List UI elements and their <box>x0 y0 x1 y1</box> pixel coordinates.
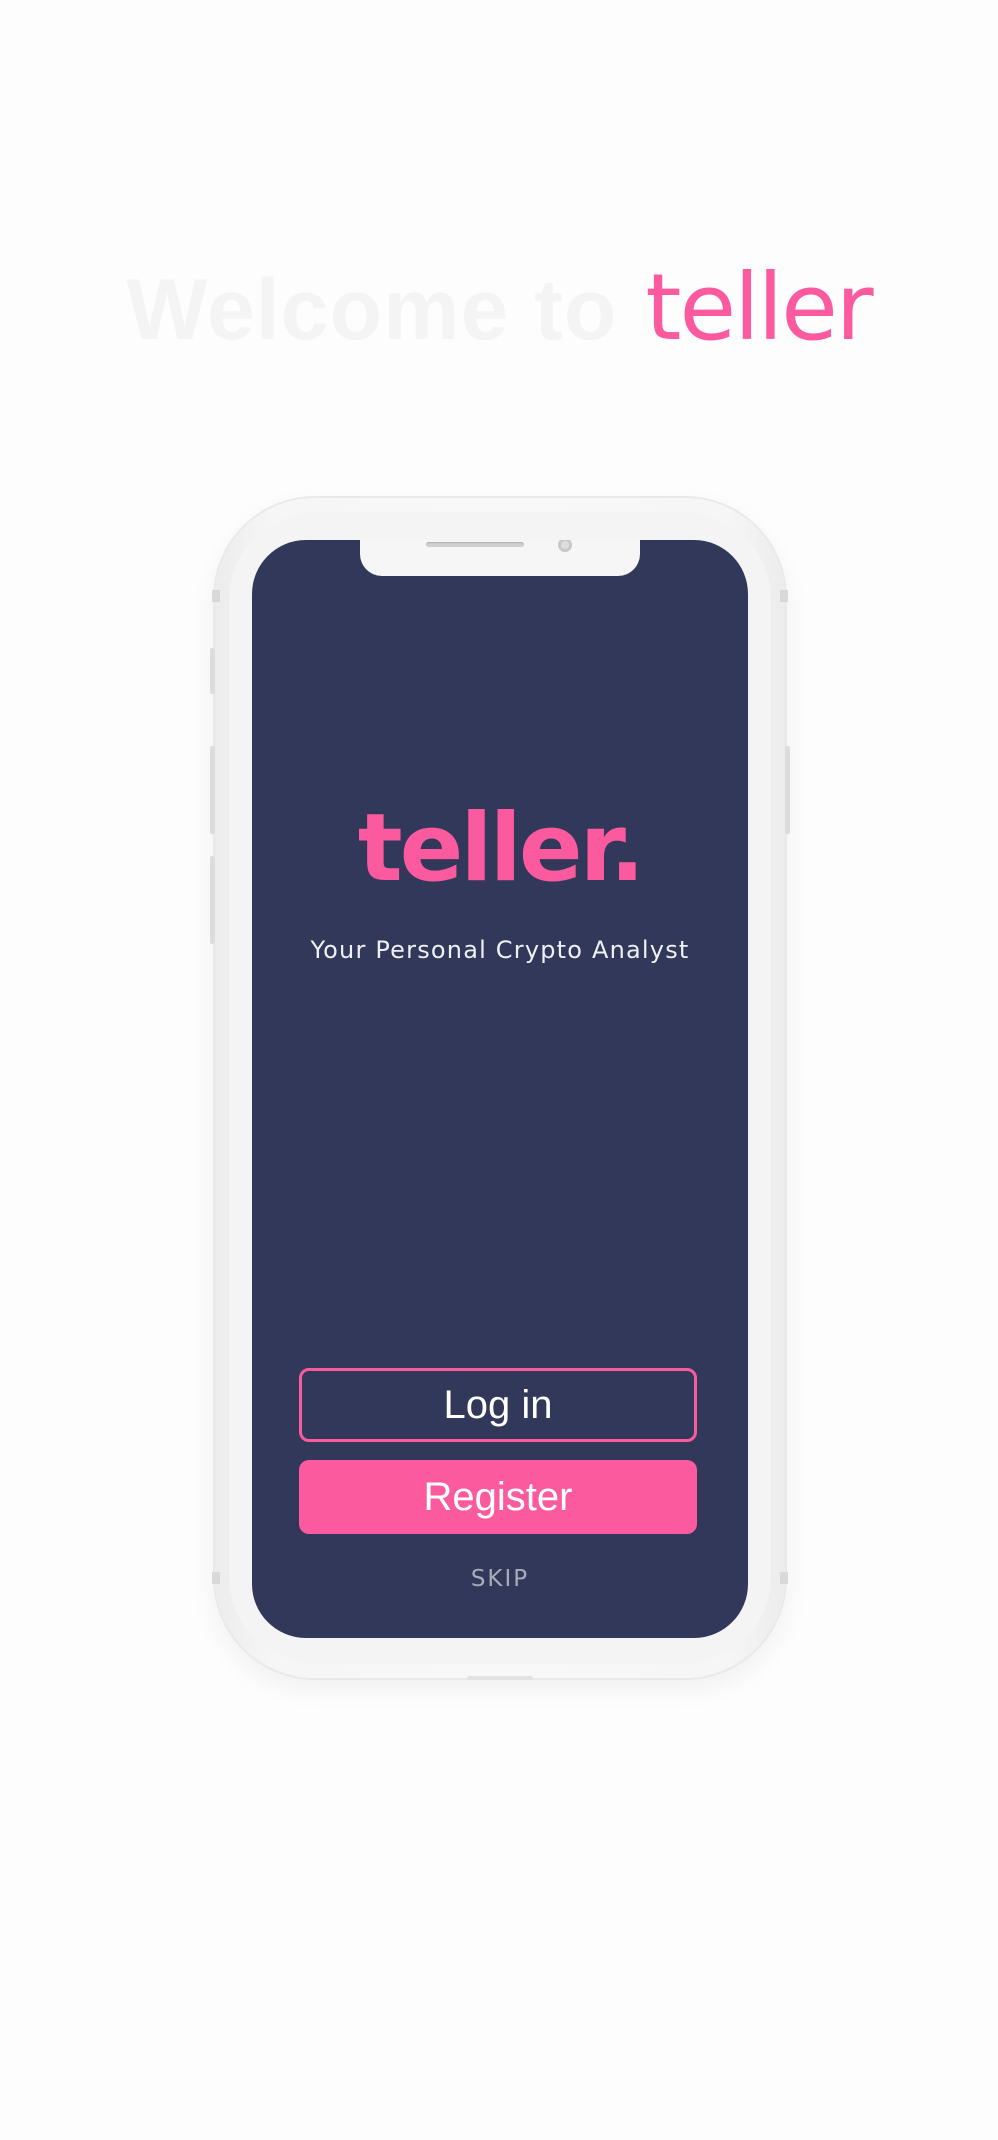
login-button[interactable]: Log in <box>299 1368 697 1442</box>
charging-port <box>467 1676 533 1680</box>
register-button[interactable]: Register <box>299 1460 697 1534</box>
phone-notch <box>360 540 640 576</box>
power-button <box>785 746 790 834</box>
volume-up-button <box>210 746 215 834</box>
app-logo: teller. <box>252 802 748 896</box>
volume-down-button <box>210 856 215 944</box>
front-camera-icon <box>558 540 572 552</box>
skip-link[interactable]: SKIP <box>252 1566 748 1592</box>
antenna-band <box>212 590 220 602</box>
app-logo-wordmark: teller. <box>357 794 646 903</box>
page-headline: Welcome to teller <box>0 262 998 354</box>
app-screen: teller. Your Personal Crypto Analyst Log… <box>252 540 748 1638</box>
antenna-band <box>780 1572 788 1584</box>
antenna-band <box>780 590 788 602</box>
antenna-band <box>212 1572 220 1584</box>
headline-brand-name: teller <box>645 254 873 361</box>
mute-switch <box>210 648 215 694</box>
phone-mockup: teller. Your Personal Crypto Analyst Log… <box>210 498 790 1680</box>
app-tagline: Your Personal Crypto Analyst <box>310 936 690 964</box>
speaker-grille <box>426 542 524 547</box>
login-button-label: Log in <box>443 1382 553 1427</box>
headline-prefix: Welcome to <box>126 262 618 358</box>
register-button-label: Register <box>423 1474 573 1519</box>
